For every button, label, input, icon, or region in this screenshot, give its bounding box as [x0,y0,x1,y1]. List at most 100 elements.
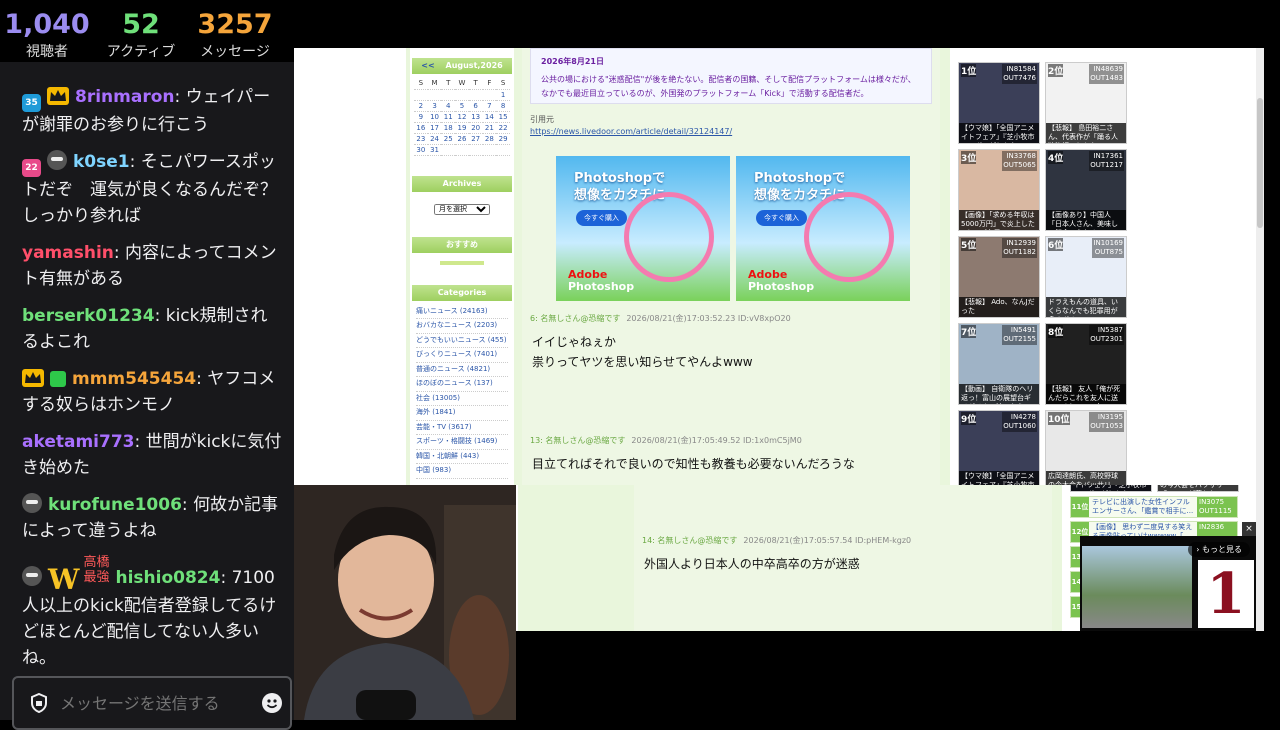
chat-username[interactable]: aketami773 [22,432,134,452]
calendar-weekday: S [414,78,428,90]
chat-message-input[interactable] [60,693,240,713]
category-link[interactable]: 痛いニュース (24163) [416,305,508,319]
calendar-day[interactable]: 28 [482,133,497,145]
ranking-row-title-lower[interactable]: テレビに出演した女性インフルエンサーさん、「鑑賞で相手に... [1089,497,1197,517]
ranking-thumbnail[interactable]: 9位 IN4278OUT1060 【ウマ娘】「全国アニメイトフェア」『芝小牧市コラボ… [958,410,1040,485]
chat-message: 22 k0se1: そこパワースポットだぞ 運気が良くなるんだぞ？しっかり参れば [22,149,282,229]
calendar-day[interactable]: 12 [455,111,469,123]
ranking-thumbnail[interactable]: 5位 IN12939 OUT1182 【悲報】 Ado、なんJだった [958,236,1040,318]
chat-username[interactable]: kurofune1006 [48,495,182,515]
ad-buy-button[interactable]: 今すぐ購入 [576,210,627,226]
calendar-prev-link[interactable]: << [421,61,434,70]
chat-username[interactable]: 8rinmaron [75,87,175,107]
calendar-day[interactable]: 30 [414,144,428,156]
ranking-position: 3位 [961,151,977,164]
photoshop-ad-right[interactable]: Photoshopで 想像をカタチに 今すぐ購入 Adobe Photoshop [736,156,910,301]
category-link[interactable]: 中国 (983) [416,464,508,479]
ranking-thumbnail[interactable]: 10位 IN3195OUT1053 広岡達朗氏、高校野球の今大会をバッサリ「レベルが… [1045,410,1127,485]
calendar-day[interactable]: 16 [414,122,428,134]
ranking-row-in-out-lower: IN3075 OUT1115 [1197,497,1237,517]
ranking-thumbnail[interactable]: 8位 IN5387OUT2301 【悲報】 友人「俺が死んだらこれを友人に送ってくれ… [1045,323,1127,405]
viewer-count-value: 1,040 [4,9,90,40]
archives-header: Archives [412,175,512,192]
calendar-day[interactable]: 15 [496,111,510,123]
category-link[interactable]: 韓国・北朝鮮 (443) [416,450,508,464]
comment-line-lower: 外国人より日本人の中卒高卒の方が迷惑 [644,557,860,571]
category-link[interactable]: 海外 (1841) [416,406,508,421]
chat-message-list[interactable]: 35 8rinmaron: ウェイパーが謝罪のお参りに行こう 22 k0se1: そこ… [0,62,294,671]
category-link[interactable]: おバカなニュース (2203) [416,319,508,334]
emoji-icon[interactable] [262,693,282,713]
ranking-thumbnail-lower[interactable]: 10位IN3195OUT1053広岡達朗氏、高校野球の今大会をバッサリ「レベルが… [1157,485,1239,492]
calendar-day[interactable]: 27 [468,133,483,145]
category-link[interactable]: 芸能・TV (3617) [416,421,508,435]
calendar-day[interactable]: 24 [427,133,442,145]
popup-video-player[interactable]: 1 › もっと見る [1080,536,1256,631]
ranking-caption: 【ウマ娘】「全国アニメイトフェア」『芝小牧市コラボ』がしかない [959,471,1039,485]
category-link[interactable]: ほのぼのニュース (137) [416,377,508,392]
calendar-day[interactable]: 10 [427,111,442,123]
ranking-thumbnail[interactable]: 2位 IN48639OUT1483 【悲報】 島田裕二さん、代表作が「踊る人狼物語」… [1045,62,1127,144]
category-link[interactable]: 普通のニュース (4821) [416,363,508,377]
chat-message: aketami773: 世間がkickに気付き始めた [22,429,282,481]
calendar-day[interactable]: 22 [496,122,510,134]
chat-username[interactable]: yamashin [22,243,114,263]
browser-viewport[interactable]: << August,2026 S M T W T F S 1 2 3 4 5 6 7 8 9 10 11 12 13 1… [294,48,1256,485]
photoshop-ad-left[interactable]: Photoshopで 想像をカタチに 今すぐ購入 Adobe Photoshop [556,156,730,301]
archives-month-select[interactable]: 月を選択 [434,203,490,215]
chat-username[interactable]: k0se1 [73,152,130,172]
calendar-day[interactable]: 11 [441,111,456,123]
calendar-day[interactable]: 14 [482,111,497,123]
ranking-caption: 【悲報】 Ado、なんJだった [959,297,1039,317]
ranking-position: 5位 [961,238,977,251]
calendar-day[interactable]: 4 [441,100,456,112]
browser-scrollbar[interactable] [1256,48,1264,631]
ranking-thumbnail[interactable]: 4位 IN17361OUT1217 【画像あり】中国人「日本人さん、美味しい飯食べら… [1045,149,1127,231]
ranking-thumbnail[interactable]: 6位 IN10169OUT875 ドラえもんの道具、いくらなんでも犯罪用が多すぎる [1045,236,1127,318]
calendar-day[interactable]: 29 [496,133,510,145]
calendar-day[interactable]: 7 [482,100,497,112]
ranking-thumbnail[interactable]: 7位 IN5491OUT2155 【動画】 自衛隊のヘリ返っ！富山の展望台ギリギリま… [958,323,1040,405]
category-link[interactable]: スポーツ・格闘技 (1469) [416,435,508,450]
calendar-day[interactable]: 8 [496,100,510,112]
calendar-day[interactable]: 25 [441,133,456,145]
ranking-thumbnail-lower[interactable]: 9位IN4278OUT1060【ウマ娘】「全国アニメイトフェア」『芝小牧市コラボ… [1070,485,1152,492]
popup-close-button[interactable]: × [1242,522,1256,536]
category-link[interactable]: 社会 (13005) [416,392,508,406]
calendar-day[interactable]: 26 [455,133,469,145]
calendar-day[interactable]: 20 [468,122,483,134]
calendar-day[interactable]: 17 [427,122,442,134]
chat-colon: : [220,568,232,588]
calendar-day[interactable]: 21 [482,122,497,134]
chat-username[interactable]: mmm545454 [72,369,196,389]
osusume-header: おすすめ [412,236,512,253]
calendar-day[interactable]: 31 [427,144,442,156]
calendar-day[interactable]: 6 [468,100,483,112]
ranking-row-lower[interactable]: 11位 テレビに出演した女性インフルエンサーさん、「鑑賞で相手に... IN3075… [1070,496,1238,518]
shield-icon[interactable] [30,693,48,713]
quote-link[interactable]: https://news.livedoor.com/article/detail… [522,127,940,136]
calendar-day[interactable]: 13 [468,111,483,123]
chat-input-box[interactable] [12,676,292,730]
calendar-day[interactable]: 2 [414,100,428,112]
calendar-day[interactable]: 23 [414,133,428,145]
ad-buy-button[interactable]: 今すぐ購入 [756,210,807,226]
see-more-button[interactable]: › もっと見る [1188,542,1250,557]
chat-username[interactable]: berserk01234 [22,306,155,326]
calendar-day[interactable]: 9 [414,111,428,123]
comment-line: 祟りってヤツを思い知らせてやんよwww [532,355,753,369]
calendar-day[interactable]: 1 [496,89,510,101]
calendar-day[interactable]: 18 [441,122,456,134]
ranking-thumbnail[interactable]: 1位 IN81584OUT7476 【ウマ娘】「全国アニメイトフェア」『芝小牧市コラ… [958,62,1040,144]
osusume-banner[interactable] [440,260,484,265]
ranking-caption: 【悲報】 友人「俺が死んだらこれを友人に送ってくれ...」→大... [1046,384,1126,404]
category-link[interactable]: どうでもいいニュース (455) [416,334,508,348]
category-link[interactable]: びっくりニュース (7401) [416,348,508,363]
ranking-thumbnail[interactable]: 3位 IN33768OUT5065 【画像】「求める年収は5000万円」で炎上したK… [958,149,1040,231]
scrollbar-thumb[interactable] [1257,98,1263,228]
calendar-day[interactable]: 3 [427,100,442,112]
chat-username[interactable]: hishio0824 [115,568,220,588]
chat-message: mmm545454: ヤフコメする奴らはホンモノ [22,366,282,418]
calendar-day[interactable]: 5 [455,100,469,112]
calendar-day[interactable]: 19 [455,122,469,134]
